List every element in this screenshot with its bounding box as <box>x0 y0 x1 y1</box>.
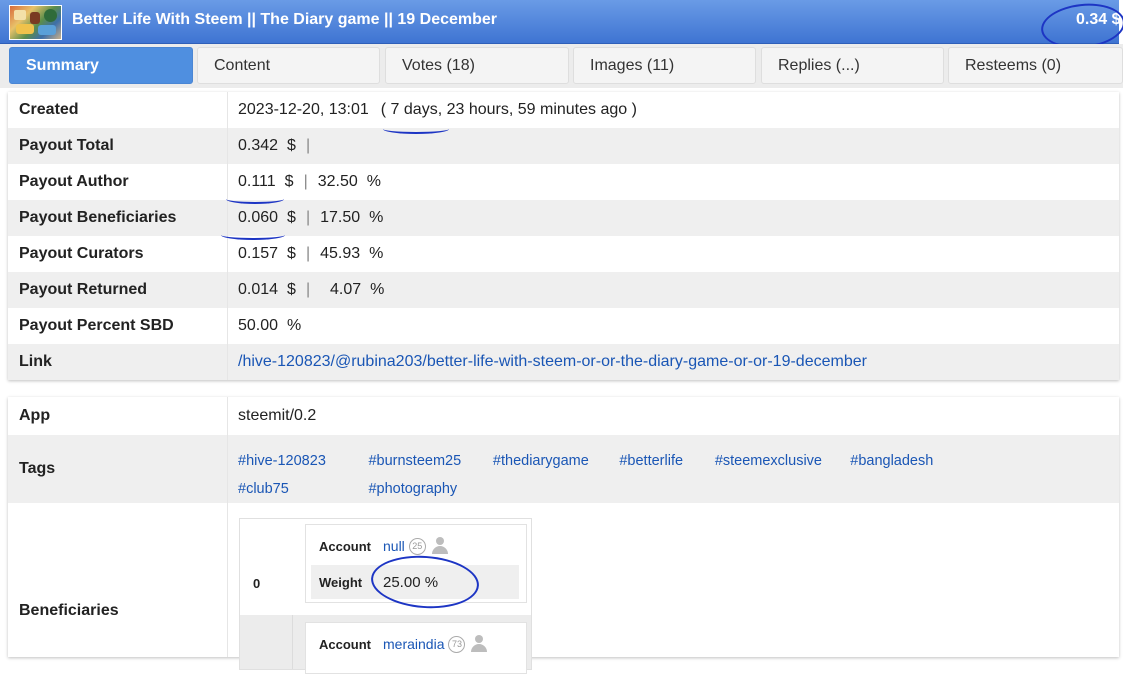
tag-hive-120823[interactable]: #hive-120823 <box>238 453 364 469</box>
tab-images[interactable]: Images (11) <box>573 47 756 84</box>
payout-total-label: Payout Total <box>19 137 114 154</box>
payout-returned-label: Payout Returned <box>19 281 148 298</box>
post-thumbnail[interactable] <box>9 5 62 40</box>
payout-author-label: Payout Author <box>19 173 129 190</box>
separator: | <box>303 173 308 190</box>
row-payout-returned: Payout Returned 0.014 $ | 4.07 % <box>8 272 1119 308</box>
row-payout-beneficiaries: Payout Beneficiaries 0.060 $ | 17.50 % <box>8 200 1119 236</box>
beneficiary-account-row: Account meraindia 73 <box>311 627 519 661</box>
beneficiary-account-link[interactable]: meraindia <box>383 636 444 652</box>
payout-returned-percent-unit: % <box>370 281 385 298</box>
reputation-badge: 25 <box>408 537 426 555</box>
reputation-badge: 73 <box>448 635 466 653</box>
row-payout-author: Payout Author 0.111 $ | 32.50 % <box>8 164 1119 200</box>
tag-betterlife[interactable]: #betterlife <box>619 453 710 469</box>
payout-beneficiaries-label: Payout Beneficiaries <box>19 209 177 226</box>
payout-curators-percent-unit: % <box>369 245 384 262</box>
payout-total-unit: $ <box>287 137 296 154</box>
row-payout-percent-sbd: Payout Percent SBD 50.00 % <box>8 308 1119 344</box>
created-label: Created <box>19 101 79 118</box>
tab-replies[interactable]: Replies (...) <box>761 47 944 84</box>
beneficiary-account-link[interactable]: null <box>383 538 405 554</box>
payout-percent-sbd-value: 50.00 <box>238 317 279 334</box>
payout-beneficiaries-unit: $ <box>287 209 296 226</box>
annotation-underline-ago <box>383 124 449 134</box>
row-beneficiaries: Beneficiaries <box>8 503 1119 657</box>
created-ago: ( 7 days, 23 hours, 59 minutes ago ) <box>380 101 637 118</box>
payout-author-percent: 32.50 <box>317 173 358 190</box>
separator: | <box>305 137 311 154</box>
details-panel: App steemit/0.2 Tags #hive-120823 #burns… <box>8 397 1119 674</box>
row-app: App steemit/0.2 <box>8 397 1119 435</box>
payout-percent-sbd-label: Payout Percent SBD <box>19 317 174 334</box>
row-link: Link /hive-120823/@rubina203/better-life… <box>8 344 1119 380</box>
account-label: Account <box>319 636 371 652</box>
tag-thediarygame[interactable]: #thediarygame <box>493 453 615 469</box>
separator: | <box>305 209 311 226</box>
beneficiary-index: 0 <box>253 576 261 591</box>
account-label: Account <box>319 538 371 554</box>
post-link[interactable]: /hive-120823/@rubina203/better-life-with… <box>238 353 867 371</box>
tab-votes[interactable]: Votes (18) <box>385 47 569 84</box>
payout-beneficiaries-value: 0.060 <box>238 209 279 226</box>
tag-bangladesh[interactable]: #bangladesh <box>850 453 933 469</box>
payout-returned-value: 0.014 <box>238 281 279 298</box>
user-icon <box>431 537 448 555</box>
payout-total-value: 0.342 <box>238 137 279 154</box>
payout-curators-unit: $ <box>287 245 296 262</box>
payout-author-unit: $ <box>284 173 294 190</box>
tags-label: Tags <box>19 460 56 477</box>
tag-club75[interactable]: #club75 <box>238 481 364 497</box>
app-label: App <box>19 407 51 424</box>
beneficiary-card: Account meraindia 73 <box>305 622 527 674</box>
payout-curators-label: Payout Curators <box>19 245 144 262</box>
app-value: steemit/0.2 <box>227 397 1119 435</box>
tab-resteems[interactable]: Resteems (0) <box>948 47 1123 84</box>
row-created: Created 2023-12-20, 13:01 ( 7 days, 23 h… <box>8 92 1119 128</box>
summary-panel: Created 2023-12-20, 13:01 ( 7 days, 23 h… <box>8 92 1119 380</box>
row-payout-curators: Payout Curators 0.157 $ | 45.93 % <box>8 236 1119 272</box>
post-title[interactable]: Better Life With Steem || The Diary game… <box>72 11 497 29</box>
payout-curators-value: 0.157 <box>238 245 279 262</box>
tab-bar: Summary Content Votes (18) Images (11) R… <box>0 44 1123 88</box>
payout-returned-unit: $ <box>287 281 296 298</box>
created-date: 2023-12-20, 13:01 <box>238 101 369 118</box>
tab-summary[interactable]: Summary <box>9 47 193 84</box>
row-tags: Tags #hive-120823 #burnsteem25 #thediary… <box>8 435 1119 503</box>
tag-photography[interactable]: #photography <box>368 481 457 497</box>
beneficiaries-label: Beneficiaries <box>19 602 119 619</box>
row-payout-total: Payout Total 0.342 $ | <box>8 128 1119 164</box>
annotation-underline-beneficiaries <box>221 230 285 240</box>
annotation-underline-author <box>226 194 284 204</box>
post-header: Better Life With Steem || The Diary game… <box>0 0 1120 44</box>
payout-beneficiaries-percent: 17.50 <box>320 209 361 226</box>
link-label: Link <box>19 353 52 370</box>
tab-content[interactable]: Content <box>197 47 380 84</box>
payout-author-value: 0.111 <box>238 173 276 190</box>
payout-percent-sbd-unit: % <box>287 317 302 334</box>
tag-steemexclusive[interactable]: #steemexclusive <box>715 453 846 469</box>
user-icon <box>471 635 488 653</box>
separator: | <box>305 281 311 298</box>
payout-curators-percent: 45.93 <box>320 245 361 262</box>
separator: | <box>305 245 311 262</box>
payout-returned-percent: 4.07 <box>329 281 362 298</box>
payout-beneficiaries-percent-unit: % <box>369 209 384 226</box>
tag-burnsteem25[interactable]: #burnsteem25 <box>368 453 488 469</box>
payout-author-percent-unit: % <box>366 173 382 190</box>
